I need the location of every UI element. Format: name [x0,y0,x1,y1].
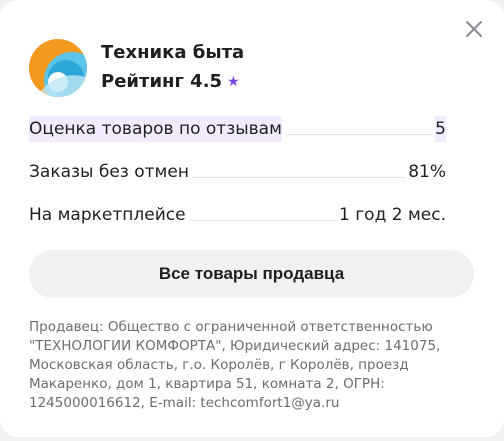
seller-name: Техника быта [101,42,245,63]
legal-line: Продавец: Общество с ограниченной ответс… [29,319,433,335]
stat-label: Оценка товаров по отзывам [29,116,282,142]
legal-line: Макаренко, дом 1, квартира 51, комната 2… [29,376,385,392]
stat-label: На маркетплейсе [29,205,186,225]
all-seller-products-button[interactable]: Все товары продавца [29,250,474,298]
stat-value: 5 [435,116,446,142]
dotted-leader [285,133,432,135]
stat-label: Заказы без отмен [29,162,189,182]
legal-line: 1245000016612, E-mail: techcomfort1@ya.r… [29,395,340,411]
stat-row-marketplace: На маркетплейсе 1 год 2 мес. [29,185,446,228]
dotted-leader [189,219,336,221]
close-icon [466,21,482,37]
stat-value: 1 год 2 мес. [339,205,446,225]
seller-info-popup: Техника быта Рейтинг 4.5 ★ Оценка товаро… [0,0,504,437]
stat-row-orders: Заказы без отмен 81% [29,142,446,185]
seller-stats: Оценка товаров по отзывам 5 Заказы без о… [29,116,446,228]
rating-label: Рейтинг 4.5 [101,71,223,92]
seller-logo [28,38,88,98]
stat-row-reviews: Оценка товаров по отзывам 5 [29,116,446,142]
legal-line: Московская область, г.о. Королёв, г Коро… [29,357,409,373]
star-icon: ★ [227,73,240,90]
stat-value: 81% [408,162,446,182]
dotted-leader [192,176,405,178]
legal-line: "ТЕХНОЛОГИИ КОМФОРТА", Юридический адрес… [29,338,441,354]
close-button[interactable] [462,17,486,41]
seller-legal-info: Продавец: Общество с ограниченной ответс… [29,318,459,413]
seller-rating: Рейтинг 4.5 ★ [101,71,240,92]
